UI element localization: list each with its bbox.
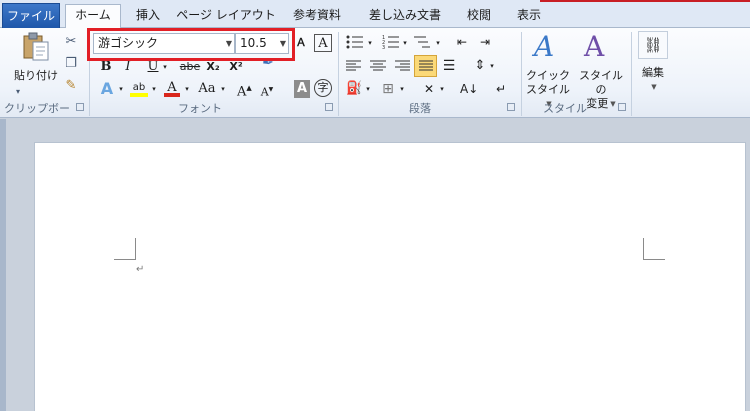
tab-file[interactable]: ファイル	[2, 3, 60, 28]
show-marks-icon[interactable]: ↵	[494, 80, 508, 98]
clipboard-launcher-icon[interactable]	[76, 103, 84, 111]
font-color-button[interactable]: A	[164, 79, 180, 97]
enclose-char-button[interactable]: 字	[314, 79, 332, 97]
paste-button-label[interactable]: 貼り付け	[10, 67, 62, 83]
borders-icon[interactable]: ⊞	[380, 80, 396, 98]
justify-button[interactable]	[414, 55, 437, 77]
editing-label: 編集	[642, 66, 664, 79]
asian-layout-icon[interactable]: ✕	[420, 80, 438, 98]
change-style-icon[interactable]: A	[584, 30, 604, 63]
justify-icon	[418, 60, 433, 71]
highlight-button[interactable]: ab	[130, 79, 148, 97]
distributed-icon[interactable]: ☰	[440, 57, 458, 75]
chevron-down-icon[interactable]: ▾	[438, 80, 446, 98]
quick-style-label-1: クイック	[526, 69, 570, 82]
align-center-icon[interactable]	[370, 60, 386, 72]
tab-page-layout[interactable]: ページ レイアウト	[176, 5, 276, 27]
tab-review[interactable]: 校閲	[458, 5, 500, 27]
tab-mailings[interactable]: 差し込み文書	[360, 5, 450, 27]
svg-text:3: 3	[382, 45, 385, 49]
font-selector-highlight	[87, 28, 295, 61]
chevron-down-icon[interactable]: ▾	[398, 80, 406, 98]
group-divider	[338, 32, 339, 116]
decrease-indent-icon[interactable]: ⇤	[454, 33, 470, 51]
chevron-down-icon[interactable]: ▾	[10, 84, 26, 100]
cut-icon[interactable]: ✂	[63, 34, 79, 50]
tab-view[interactable]: 表示	[508, 5, 550, 27]
align-right-icon[interactable]	[394, 60, 410, 72]
line-spacing-icon[interactable]: ⇕	[472, 57, 488, 75]
group-divider	[521, 32, 522, 116]
group-divider	[631, 32, 632, 116]
binoculars-icon[interactable]: ⛓	[638, 31, 668, 59]
font-group-label: フォント	[178, 102, 222, 115]
chevron-down-icon[interactable]: ▾	[182, 80, 192, 98]
char-border-icon[interactable]: A	[314, 34, 332, 52]
chevron-down-icon[interactable]: ▾	[366, 34, 374, 52]
paragraph-group-label: 段落	[409, 102, 431, 115]
ribbon-tab-bar: ファイル ホーム 挿入 ページ レイアウト 参考資料 差し込み文書 校閲 表示	[0, 0, 750, 28]
tab-home[interactable]: ホーム	[65, 4, 121, 28]
tab-insert[interactable]: 挿入	[128, 5, 168, 27]
multilevel-list-icon[interactable]	[414, 35, 434, 49]
chevron-down-icon: ▼	[651, 83, 657, 91]
copy-icon[interactable]: ❐	[63, 56, 79, 72]
margin-crop-mark-right	[643, 238, 665, 260]
bullets-icon[interactable]	[346, 35, 364, 49]
chevron-down-icon[interactable]: ▾	[488, 57, 496, 75]
tab-references[interactable]: 参考資料	[284, 5, 350, 27]
numbering-icon[interactable]: 1 2 3	[382, 35, 400, 49]
styles-group-label: スタイル	[543, 102, 587, 115]
chevron-down-icon[interactable]: ▾	[434, 34, 442, 52]
increase-indent-icon[interactable]: ⇥	[477, 33, 493, 51]
grow-font-label: A	[237, 84, 247, 100]
chevron-down-icon[interactable]: ▾	[364, 80, 372, 98]
margin-crop-mark-left	[114, 238, 136, 260]
chevron-down-icon[interactable]: ▾	[116, 80, 126, 98]
title-accent-line	[540, 0, 750, 2]
text-effect-button[interactable]: A	[98, 80, 116, 98]
shading-icon[interactable]: ⛽	[346, 80, 362, 98]
format-painter-icon[interactable]: ✎	[63, 78, 79, 94]
shrink-font-label: A	[260, 85, 269, 99]
document-page[interactable]	[34, 142, 746, 411]
align-left-icon[interactable]	[346, 60, 362, 72]
chevron-down-icon[interactable]: ▾	[218, 80, 228, 98]
shrink-font-button[interactable]: A▼	[260, 81, 274, 99]
clipboard-group-label: クリップボード	[4, 102, 70, 131]
styles-launcher-icon[interactable]	[618, 103, 626, 111]
editing-button[interactable]: 編集 ▼	[634, 66, 672, 94]
chevron-down-icon[interactable]: ▾	[149, 80, 159, 98]
change-case-button[interactable]: Aa	[197, 80, 217, 98]
change-style-label-1: スタイルの	[579, 69, 623, 96]
navigation-edge	[0, 119, 6, 411]
grow-font-button[interactable]: A▲	[237, 79, 252, 100]
char-shading-button[interactable]: A	[294, 80, 310, 98]
sort-icon[interactable]: A↓	[460, 80, 478, 98]
font-launcher-icon[interactable]	[325, 103, 333, 111]
paragraph-launcher-icon[interactable]	[507, 103, 515, 111]
chevron-down-icon[interactable]: ▾	[401, 34, 409, 52]
clear-formatting-icon[interactable]: Ａ	[294, 34, 308, 52]
paragraph-mark: ↵	[136, 264, 145, 275]
quick-style-icon[interactable]: A	[534, 30, 554, 63]
paste-icon[interactable]	[21, 32, 51, 62]
